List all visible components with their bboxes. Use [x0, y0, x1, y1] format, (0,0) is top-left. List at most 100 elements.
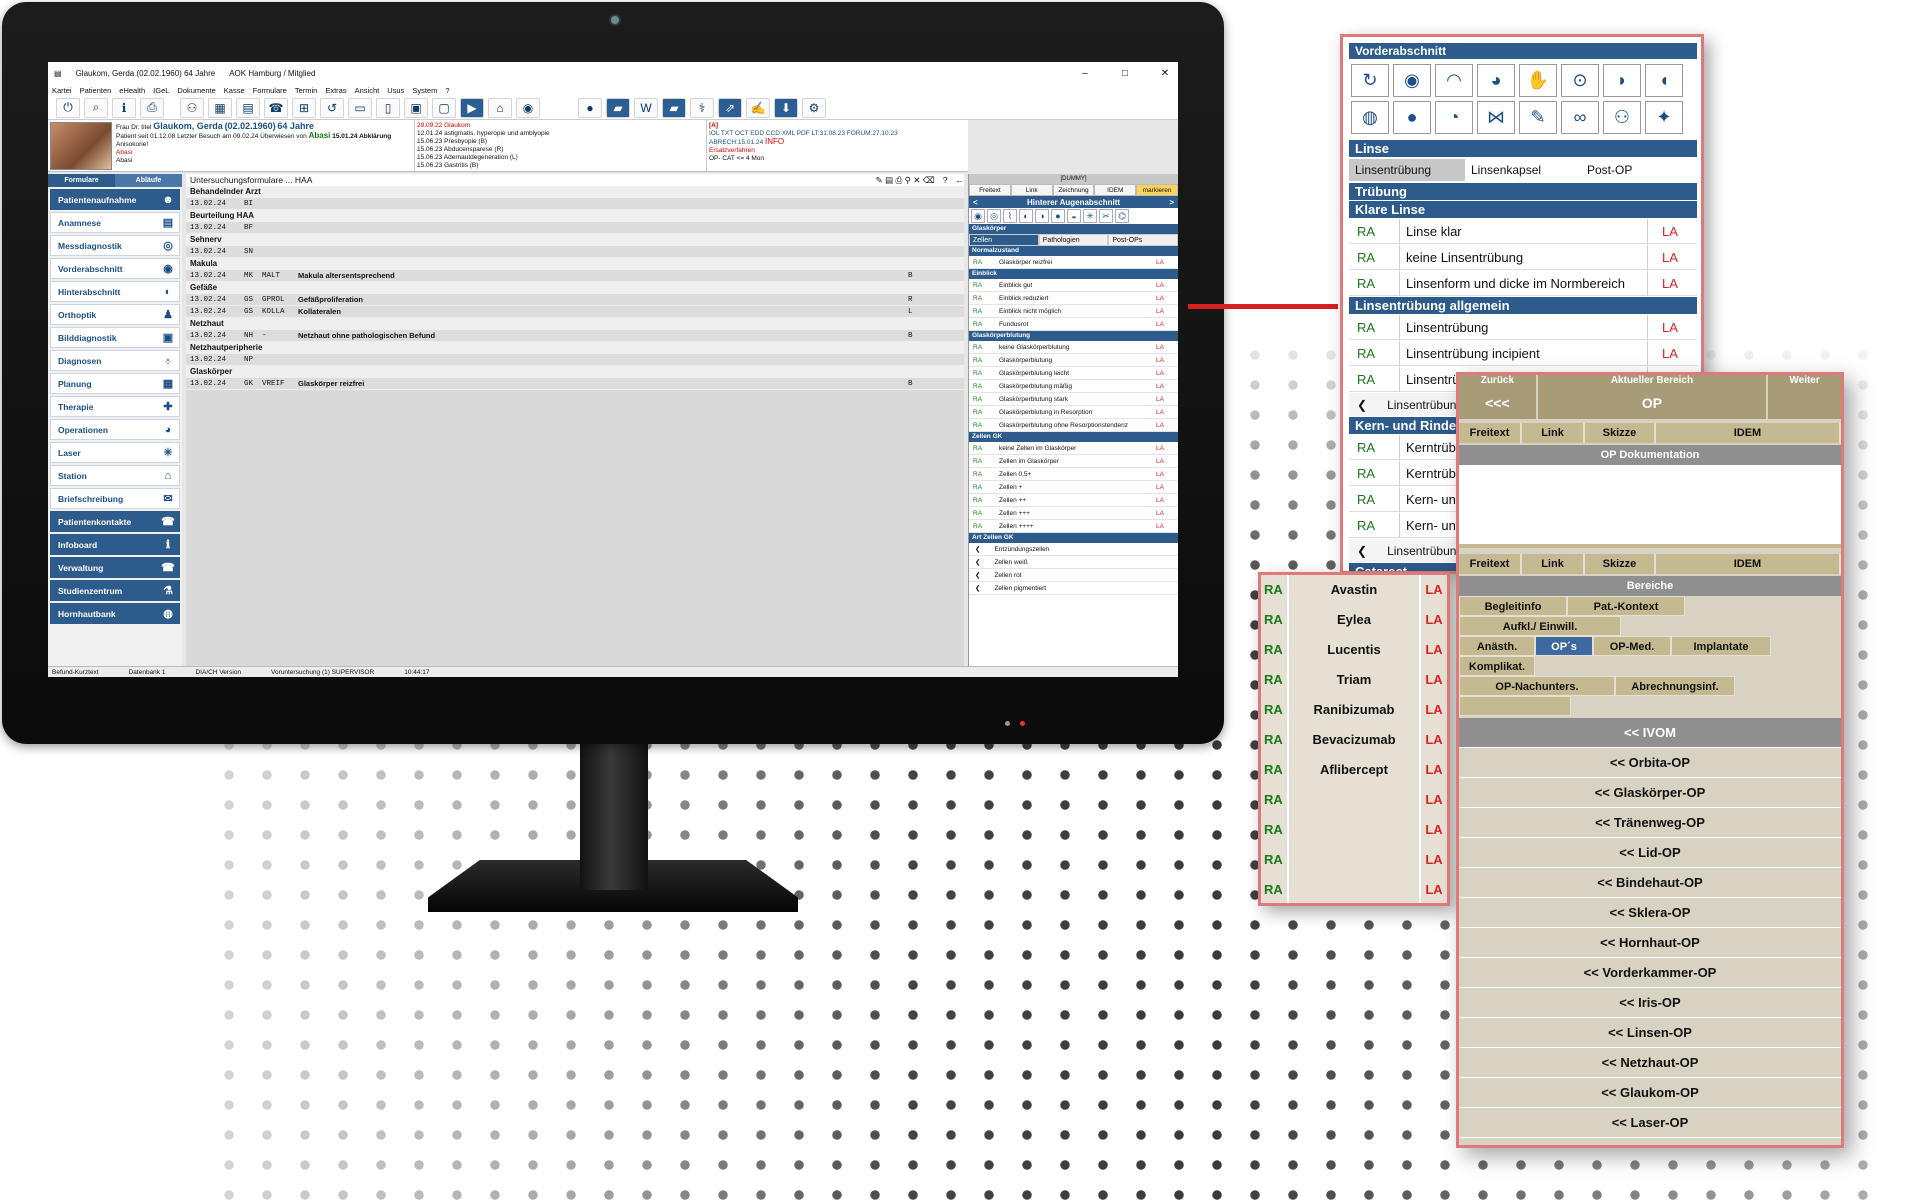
la-button[interactable]: LA	[1647, 218, 1697, 244]
info-icon[interactable]: ℹ	[112, 97, 136, 118]
la-button[interactable]: LA	[1419, 604, 1447, 635]
ra-button[interactable]: RA	[1261, 784, 1287, 815]
bed-icon[interactable]: ⌂	[488, 97, 512, 118]
la-button[interactable]: LA	[1419, 814, 1447, 845]
finding-option[interactable]: RA Zellen ++++ LA	[969, 520, 1178, 533]
ra-button[interactable]: RA	[969, 357, 999, 364]
webcam-tool-icon[interactable]: ◉	[516, 97, 540, 118]
op-tool-link[interactable]: Link	[1522, 554, 1586, 574]
maximize-button[interactable]: □	[1112, 68, 1138, 79]
la-button[interactable]: LA	[1156, 321, 1178, 328]
ra-button[interactable]: RA	[1261, 575, 1287, 605]
cell-type-option[interactable]: ❮ Zellen pigmentiert	[969, 582, 1178, 595]
form-row[interactable]: 13.02.24 MK MALT Makula altersentsprechend B	[186, 270, 964, 282]
finding-option[interactable]: RA Einblick reduziert LA	[969, 292, 1178, 305]
area-3[interactable]: Implantate	[1671, 636, 1771, 656]
finding-option[interactable]: RA Glaskörperblutung ohne Resorptionstend…	[969, 419, 1178, 432]
tab-ablaeufe[interactable]: Abläufe	[115, 174, 182, 187]
tool-icon[interactable]: ⌬	[1115, 209, 1129, 223]
finding-option[interactable]: RA Fundusrot LA	[969, 318, 1178, 331]
la-button[interactable]: LA	[1647, 340, 1697, 366]
finding-option[interactable]: RA Glaskörperblutung leicht LA	[969, 367, 1178, 380]
tab-link[interactable]: Link	[1010, 184, 1053, 196]
ivom-drug-row[interactable]: RA Avastin LA	[1261, 575, 1447, 605]
la-button[interactable]: LA	[1156, 484, 1178, 491]
la-button[interactable]: LA	[1156, 370, 1178, 377]
ra-button[interactable]: RA	[1261, 814, 1287, 845]
ra-button[interactable]: RA	[1261, 694, 1287, 725]
ra-button[interactable]: RA	[1261, 874, 1287, 903]
area-1[interactable]: Abrechnungsinf.	[1615, 676, 1735, 696]
nav-item-briefschreibung[interactable]: Briefschreibung ✉	[50, 488, 180, 509]
folder-open-icon[interactable]: ▰	[662, 97, 686, 118]
finding-option[interactable]: RA Glaskörperblutung mäßig LA	[969, 380, 1178, 393]
phone-icon[interactable]: ☎	[264, 97, 288, 118]
lens-icon[interactable]: ◗	[1603, 64, 1641, 97]
nav-item-vorderabschnitt[interactable]: Vorderabschnitt ◉	[50, 258, 180, 279]
nav-item-patientenaufnahme[interactable]: Patientenaufnahme ☻	[50, 189, 180, 210]
area-2[interactable]: OP-Med.	[1593, 636, 1671, 656]
op-category-item[interactable]: << IVOM	[1459, 718, 1841, 748]
form-row[interactable]: 13.02.24 BI	[186, 198, 964, 210]
form-row[interactable]: 13.02.24 NH - Netzhaut ohne pathologischen …	[186, 330, 964, 342]
la-button[interactable]: LA	[1156, 383, 1178, 390]
la-button[interactable]: LA	[1156, 357, 1178, 364]
forward-button[interactable]	[1768, 387, 1841, 419]
area-1[interactable]: OP´s	[1535, 636, 1593, 656]
nav-item-laser[interactable]: Laser ✳	[50, 442, 180, 463]
nav-item-messdiagnostik[interactable]: Messdiagnostik ◎	[50, 235, 180, 256]
nav-item-patientenkontakte[interactable]: Patientenkontakte ☎	[50, 511, 180, 532]
tab-post-op[interactable]: Post-OP	[1581, 159, 1697, 181]
ivom-drug-row[interactable]: RA Lucentis LA	[1261, 634, 1447, 665]
finding-option[interactable]: RA Einblick nicht möglich LA	[969, 305, 1178, 318]
la-button[interactable]: LA	[1419, 724, 1447, 755]
form-row[interactable]: 13.02.24 GS GPROL Gefäßproliferation R	[186, 294, 964, 306]
ra-button[interactable]: RA	[969, 308, 999, 315]
menu-item-1[interactable]: Patienten	[80, 86, 112, 95]
menu-item-10[interactable]: Usus	[387, 86, 404, 95]
laser-icon[interactable]: ✳	[1083, 209, 1097, 223]
star-icon[interactable]: ✦	[1645, 101, 1683, 134]
ra-button[interactable]: RA	[1261, 754, 1287, 785]
nav-item-studienzentrum[interactable]: Studienzentrum ⚗	[50, 580, 180, 601]
ra-button[interactable]: RA	[1261, 724, 1287, 755]
nav-item-anamnese[interactable]: Anamnese ▤	[50, 212, 180, 233]
op-category-item[interactable]: << Bindehaut-OP	[1459, 868, 1841, 898]
la-button[interactable]: LA	[1156, 396, 1178, 403]
eye-icon[interactable]: ◐	[1019, 209, 1033, 223]
op-category-item[interactable]: << Linsen-OP	[1459, 1018, 1841, 1048]
la-button[interactable]: LA	[1419, 784, 1447, 815]
menu-item-6[interactable]: Formulare	[253, 86, 287, 95]
minimize-button[interactable]: –	[1072, 68, 1098, 79]
tab-freitext[interactable]: Freitext	[969, 184, 1011, 196]
history-icon[interactable]: ↺	[320, 97, 344, 118]
signature-icon[interactable]: ✍	[746, 97, 770, 118]
ra-button[interactable]: RA	[969, 497, 999, 504]
menu-item-5[interactable]: Kasse	[224, 86, 245, 95]
nav-item-therapie[interactable]: Therapie ✚	[50, 396, 180, 417]
ra-button[interactable]: RA	[969, 259, 999, 266]
hand-tool-icon[interactable]: ✋	[1519, 64, 1557, 97]
vessel-icon[interactable]: ⌇	[1003, 209, 1017, 223]
menu-item-12[interactable]: ?	[445, 86, 449, 95]
group-icon[interactable]: ⚇	[1603, 101, 1641, 134]
la-button[interactable]: LA	[1419, 694, 1447, 725]
ivom-drug-row[interactable]: RA Ranibizumab LA	[1261, 694, 1447, 725]
finding-option[interactable]: RA Glaskörper reizfrei LA	[969, 256, 1178, 269]
document-icon[interactable]: ▭	[348, 97, 372, 118]
prev-arrow-icon[interactable]: <	[973, 198, 978, 207]
la-button[interactable]: LA	[1156, 458, 1178, 465]
lens-finding-row[interactable]: RA Linsentrübung incipient LA	[1349, 340, 1697, 366]
finding-option[interactable]: RA keine Glaskörperblutung LA	[969, 341, 1178, 354]
tab-linsentrübung[interactable]: Linsentrübung	[1349, 159, 1465, 181]
ra-button[interactable]: RA	[969, 484, 999, 491]
ra-button[interactable]: RA	[1349, 250, 1399, 265]
search-icon[interactable]: ⌕	[84, 97, 108, 118]
eye-icon[interactable]: ◒	[1067, 209, 1081, 223]
ra-button[interactable]: RA	[969, 445, 999, 452]
op-category-item[interactable]: << Laser-OP	[1459, 1108, 1841, 1138]
doctor-icon[interactable]: ⚕	[690, 97, 714, 118]
finding-option[interactable]: RA Zellen 0,5+ LA	[969, 468, 1178, 481]
eye-drop-icon[interactable]: ⊙	[1561, 64, 1599, 97]
op-category-item[interactable]: << Glaukom-OP	[1459, 1078, 1841, 1108]
